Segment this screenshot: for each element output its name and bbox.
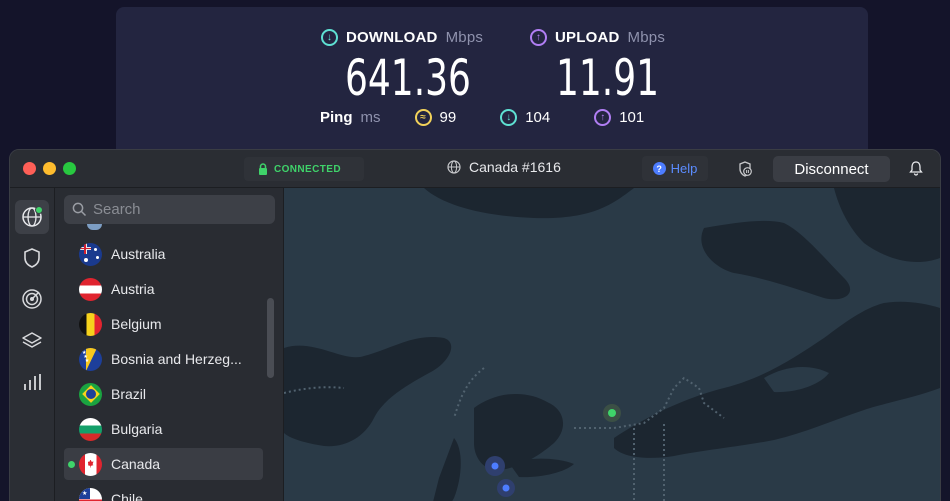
belgium-flag-icon bbox=[79, 312, 102, 336]
canada-flag-icon bbox=[79, 452, 102, 476]
globe-icon bbox=[447, 160, 461, 174]
country-name: Canada bbox=[111, 456, 161, 472]
connected-dot-icon bbox=[68, 461, 75, 468]
speedtest-panel: ↓ DOWNLOAD Mbps 641.36 ↑ UPLOAD Mbps 11.… bbox=[116, 7, 868, 167]
rail-stats-button[interactable] bbox=[15, 365, 49, 399]
country-item-australia[interactable]: Australia bbox=[64, 238, 263, 270]
ping-download-icon: ↓ bbox=[500, 109, 518, 126]
ping-unit: ms bbox=[360, 109, 381, 126]
connection-status-label: CONNECTED bbox=[274, 163, 341, 175]
map-view[interactable] bbox=[284, 188, 940, 501]
rail-countries-button[interactable] bbox=[15, 200, 49, 234]
partial-flag-item bbox=[87, 224, 102, 230]
country-item-brazil[interactable]: Brazil bbox=[64, 378, 263, 410]
chile-flag-icon: ★ bbox=[79, 487, 102, 501]
notifications-bell-icon[interactable] bbox=[908, 160, 924, 177]
navigation-rail bbox=[10, 188, 55, 501]
search-icon bbox=[72, 202, 87, 217]
download-metric: ↓ DOWNLOAD Mbps 641.36 bbox=[321, 29, 520, 107]
upload-arrow-icon: ↑ bbox=[530, 29, 547, 46]
layers-icon bbox=[22, 332, 42, 348]
upload-value: 11.91 bbox=[556, 49, 660, 107]
rail-security-button[interactable] bbox=[15, 241, 49, 275]
download-value: 641.36 bbox=[345, 49, 471, 107]
brazil-flag-icon bbox=[79, 382, 102, 406]
vpn-window: CONNECTED Canada #1616 ? Help Disconnect bbox=[9, 149, 941, 501]
ping-upload-value: 101 bbox=[619, 109, 645, 126]
search-input[interactable] bbox=[93, 201, 263, 218]
rail-threat-protection-button[interactable] bbox=[15, 282, 49, 316]
bar-chart-icon bbox=[24, 374, 41, 390]
ping-idle-value: 99 bbox=[439, 109, 457, 126]
ping-upload-icon: ↑ bbox=[594, 109, 612, 126]
upload-unit: Mbps bbox=[627, 29, 666, 46]
download-label: DOWNLOAD bbox=[346, 29, 438, 46]
country-item-bosnia[interactable]: ★ ★ ★ Bosnia and Herzeg... bbox=[64, 343, 263, 375]
rail-specialty-servers-button[interactable] bbox=[15, 324, 49, 358]
globe-icon bbox=[22, 206, 43, 227]
disconnect-button[interactable]: Disconnect bbox=[773, 156, 890, 182]
search-box[interactable] bbox=[64, 195, 275, 224]
country-item-chile[interactable]: ★ Chile bbox=[64, 483, 263, 501]
country-name: Bulgaria bbox=[111, 421, 163, 437]
country-item-austria[interactable]: Austria bbox=[64, 273, 263, 305]
connection-status: CONNECTED bbox=[244, 157, 364, 181]
zoom-window-button[interactable] bbox=[63, 162, 76, 175]
bosnia-flag-icon: ★ ★ ★ bbox=[79, 347, 102, 371]
ping-row: Ping ms ≈ 99 ↓ 104 ↑ 101 bbox=[320, 109, 688, 126]
upload-metric: ↑ UPLOAD Mbps 11.91 bbox=[530, 29, 699, 107]
shield-icon bbox=[24, 248, 40, 268]
ping-download-value: 104 bbox=[525, 109, 551, 126]
country-name: Brazil bbox=[111, 386, 147, 402]
country-name: Belgium bbox=[111, 316, 162, 332]
country-item-belgium[interactable]: Belgium bbox=[64, 308, 263, 340]
ping-idle-icon: ≈ bbox=[414, 109, 432, 126]
current-server[interactable]: Canada #1616 bbox=[447, 159, 561, 175]
country-item-canada[interactable]: Canada bbox=[64, 448, 263, 480]
country-list-panel: Australia Austria Belgium ★ ★ ★ Bosnia a… bbox=[55, 188, 284, 501]
ping-label: Ping bbox=[320, 109, 353, 126]
country-list-scrollbar[interactable] bbox=[267, 298, 274, 378]
titlebar: CONNECTED Canada #1616 ? Help Disconnect bbox=[10, 150, 940, 188]
help-button[interactable]: ? Help bbox=[642, 156, 708, 181]
country-name: Austria bbox=[111, 281, 155, 297]
help-label: Help bbox=[670, 161, 698, 176]
pause-connection-icon[interactable] bbox=[736, 160, 754, 178]
target-icon bbox=[22, 289, 42, 309]
help-icon: ? bbox=[652, 162, 666, 175]
country-name: Australia bbox=[111, 246, 166, 262]
country-name: Chile bbox=[111, 491, 143, 501]
map-canvas bbox=[284, 188, 940, 501]
minimize-window-button[interactable] bbox=[43, 162, 56, 175]
austria-flag-icon bbox=[79, 277, 102, 301]
current-server-label: Canada #1616 bbox=[469, 159, 561, 175]
close-window-button[interactable] bbox=[23, 162, 36, 175]
bulgaria-flag-icon bbox=[79, 417, 102, 441]
country-item-bulgaria[interactable]: Bulgaria bbox=[64, 413, 263, 445]
upload-label: UPLOAD bbox=[555, 29, 620, 46]
download-arrow-icon: ↓ bbox=[321, 29, 338, 46]
country-name: Bosnia and Herzeg... bbox=[111, 351, 242, 367]
download-unit: Mbps bbox=[445, 29, 484, 46]
lock-icon bbox=[259, 163, 267, 175]
australia-flag-icon bbox=[79, 242, 102, 266]
